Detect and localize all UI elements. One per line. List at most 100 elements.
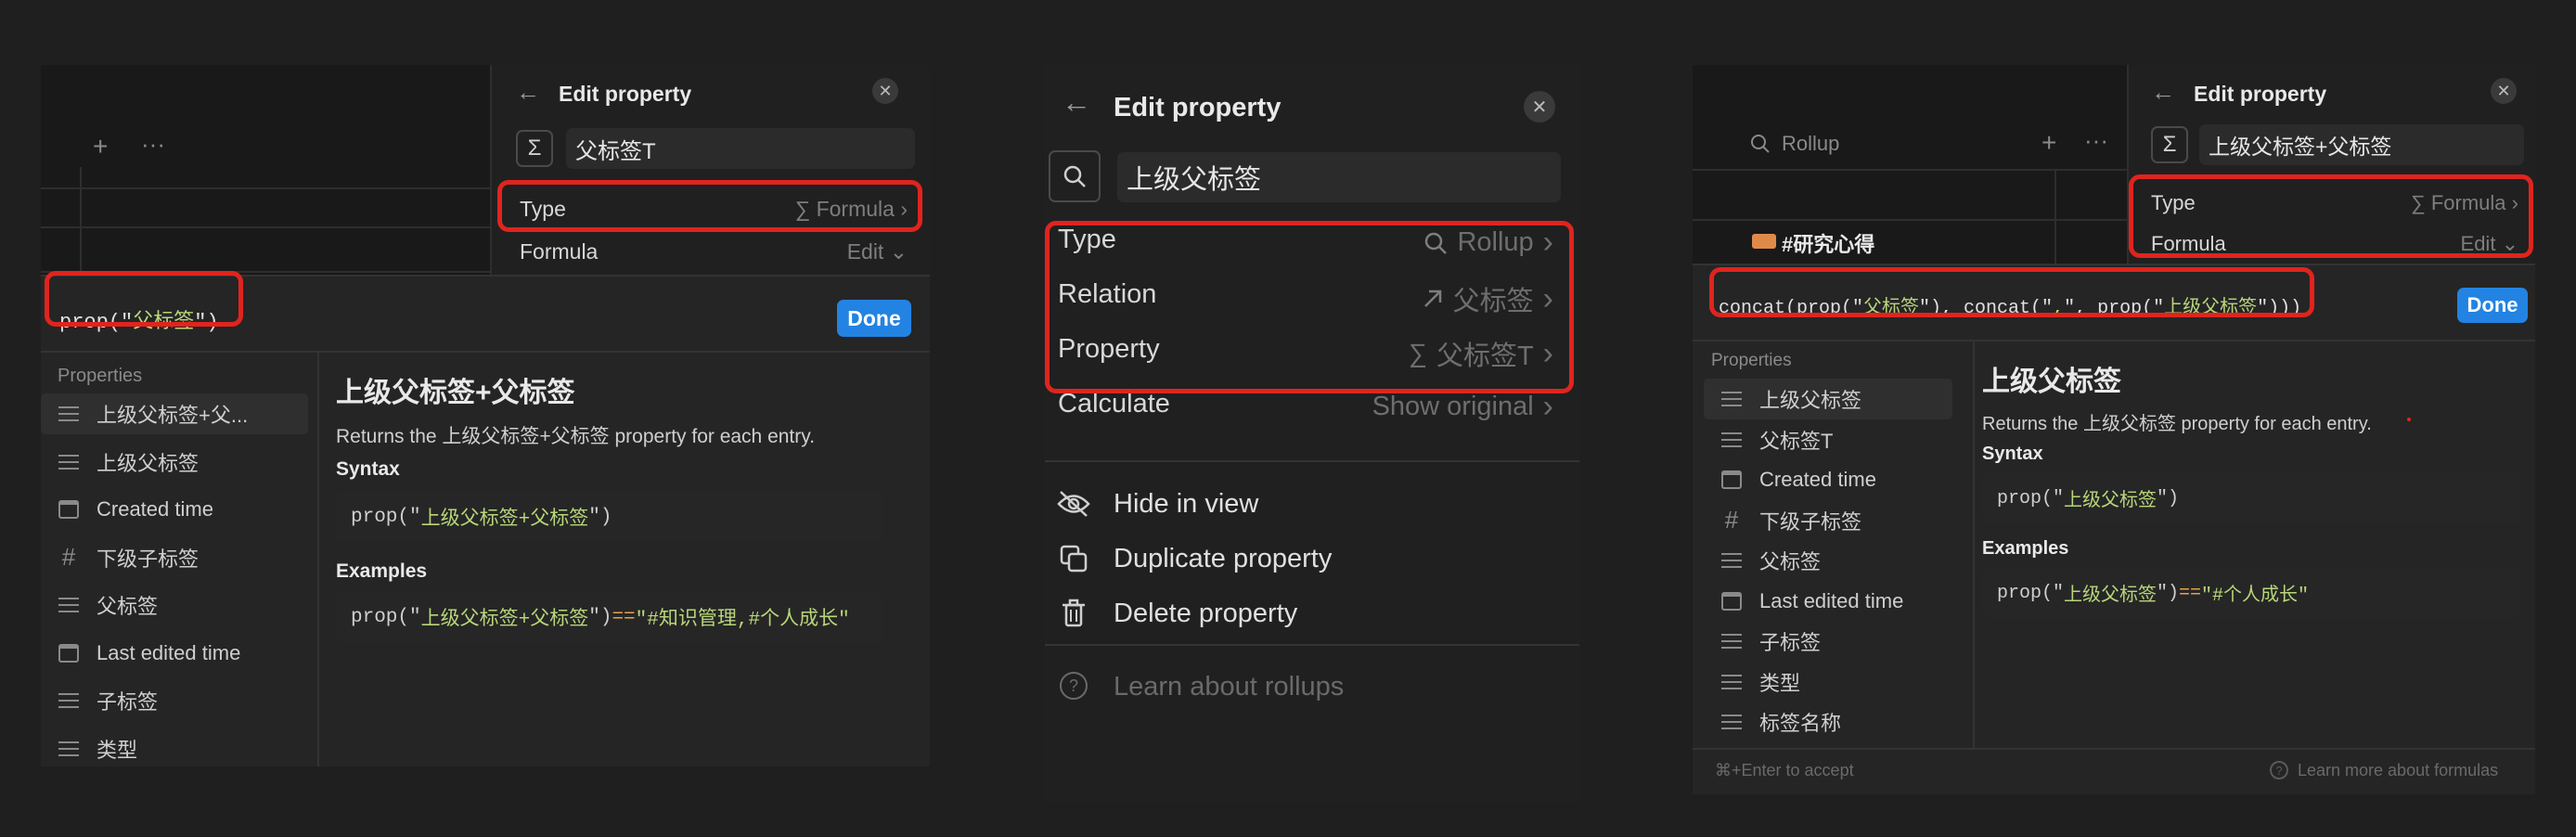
detail-title: 上级父标签	[1982, 367, 2121, 397]
lines-icon	[41, 740, 97, 756]
rollup-row-value[interactable]: ∑ 父标签T ›	[1409, 334, 1553, 373]
property-list-item[interactable]: 上级父标签+父...	[41, 393, 308, 434]
edit-property-panel: ← Edit property ✕ Σ 上级父标签+父标签 Type ∑ For…	[2127, 65, 2535, 265]
property-list-item[interactable]: 父标签	[41, 585, 308, 625]
sigma-icon[interactable]: Σ	[2151, 126, 2188, 163]
property-action-item[interactable]: Delete property	[1045, 590, 1579, 637]
edit-property-title: Edit property	[1114, 93, 1282, 122]
property-list-item[interactable]: 类型	[1704, 662, 1952, 702]
property-list-item-label: Last edited time	[1759, 588, 1904, 612]
property-list-item[interactable]: 子标签	[41, 680, 308, 721]
rollup-row-label[interactable]: Relation	[1058, 279, 1156, 310]
property-list-item[interactable]: 父标签	[1704, 540, 1952, 581]
close-icon[interactable]: ✕	[2491, 78, 2517, 104]
rollup-row-label[interactable]: Calculate	[1058, 389, 1170, 419]
back-arrow-icon[interactable]: ←	[2151, 78, 2175, 107]
property-list-item-label: Created time	[1759, 468, 1876, 491]
rollup-row-value[interactable]: Rollup ›	[1423, 225, 1553, 261]
trash-icon	[1045, 599, 1102, 628]
grid-line	[41, 226, 490, 228]
formula-label[interactable]: Formula	[2151, 232, 2226, 256]
property-list-item-label: 父标签T	[1759, 429, 1834, 453]
add-icon[interactable]: +	[2041, 128, 2056, 158]
property-list-item[interactable]: Created time	[1704, 459, 1952, 500]
property-name-input[interactable]: 上级父标签	[1117, 152, 1561, 202]
property-list-item[interactable]: 上级父标签	[41, 442, 308, 483]
grid-line	[1693, 219, 2127, 221]
property-action-label: Delete property	[1114, 598, 1298, 628]
more-icon[interactable]: ···	[2084, 126, 2108, 155]
property-action-item[interactable]: Duplicate property	[1045, 535, 1579, 582]
property-list-item[interactable]: 父标签T	[1704, 419, 1952, 460]
sigma-icon: ∑	[794, 197, 817, 221]
formula-code-input[interactable]: concat(prop("父标签"), concat(",", prop("上级…	[1719, 291, 2301, 319]
calendar-icon	[41, 643, 97, 663]
close-icon[interactable]: ✕	[872, 78, 898, 104]
search-text[interactable]: Rollup	[1782, 132, 1839, 156]
search-icon	[1423, 231, 1448, 255]
syntax-code: prop(" 上级父标签 ")	[1982, 473, 2520, 523]
property-list-item-label: 上级父标签+父...	[97, 404, 249, 427]
more-icon[interactable]: ···	[141, 130, 165, 159]
property-list-item[interactable]: # 下级子标签	[1704, 500, 1952, 541]
property-list-item[interactable]: Created time	[41, 489, 308, 530]
close-icon[interactable]: ✕	[1524, 91, 1555, 122]
properties-list: Properties 上级父标签 父标签T Created time # 下级子标签 父标…	[1704, 341, 1975, 748]
rollup-row-label[interactable]: Type	[1058, 225, 1116, 255]
type-label[interactable]: Type	[520, 197, 566, 222]
add-icon[interactable]: +	[93, 132, 108, 161]
formula-code-input[interactable]: prop("父标签")	[59, 304, 219, 334]
learn-about-rollups-link[interactable]: Learn about rollups	[1114, 672, 1344, 702]
property-list-item-label: 上级父标签	[1759, 389, 1862, 412]
sigma-icon[interactable]: Σ	[516, 130, 553, 167]
type-value[interactable]: ∑ Formula ›	[795, 197, 908, 222]
lines-icon	[1704, 634, 1759, 649]
rollup-row-label[interactable]: Property	[1058, 334, 1160, 365]
grid-line	[41, 187, 490, 189]
formula-editor: prop("父标签") Done Properties 上级父标签+父... 上级…	[41, 275, 930, 766]
property-list-item[interactable]: Last edited time	[41, 633, 308, 674]
rollup-row-value[interactable]: Show original ›	[1372, 389, 1553, 425]
accept-hint: ⌘+Enter to accept	[1715, 761, 1854, 779]
rollup-row-value-text: 父标签T	[1436, 341, 1534, 371]
property-list-item[interactable]: 子标签	[1704, 621, 1952, 662]
search-icon[interactable]	[1750, 134, 1771, 159]
help-icon: ?	[1060, 672, 1088, 700]
type-label[interactable]: Type	[2151, 191, 2196, 215]
property-list-item[interactable]: 类型	[41, 728, 308, 767]
lines-icon	[41, 598, 97, 612]
property-action-item[interactable]: Hide in view	[1045, 481, 1579, 527]
formula-label[interactable]: Formula	[520, 239, 598, 264]
done-button[interactable]: Done	[837, 300, 911, 337]
formula-value[interactable]: Edit ⌄	[847, 239, 908, 264]
property-list-item-label: Created time	[97, 497, 213, 521]
formula-value[interactable]: Edit ⌄	[2461, 232, 2518, 256]
syntax-code: prop(" 上级父标签+父标签 ")	[336, 492, 883, 542]
lines-icon	[41, 406, 97, 421]
done-button[interactable]: Done	[2457, 288, 2528, 323]
property-list-item-label: 父标签	[1759, 550, 1822, 573]
example-code: prop(" 上级父标签+父标签 ") == "#知识管理,#个人成长"	[336, 592, 883, 642]
panel-formula-edit-1: + ··· ← Edit property ✕ Σ 父标签T Type ∑ Fo…	[41, 65, 930, 766]
property-list-item-label: 父标签	[97, 595, 159, 618]
property-list-item[interactable]: 标签名称	[1704, 702, 1952, 742]
property-name-input[interactable]: 父标签T	[566, 128, 915, 169]
property-list-item[interactable]: # 下级子标签	[41, 537, 308, 578]
calendar-icon	[41, 500, 97, 519]
examples-label: Examples	[1982, 538, 2069, 559]
property-list-item[interactable]: 上级父标签	[1704, 379, 1952, 419]
chevron-right-icon: ›	[1542, 225, 1553, 260]
search-icon[interactable]	[1049, 150, 1101, 202]
property-list-item-label: Last edited time	[97, 640, 241, 664]
back-arrow-icon[interactable]: ←	[516, 78, 540, 107]
property-list-item[interactable]: Last edited time	[1704, 581, 1952, 622]
divider	[1045, 644, 1579, 646]
type-value[interactable]: ∑ Formula ›	[2411, 191, 2518, 215]
divider	[1693, 748, 2535, 750]
property-name-input[interactable]: 上级父标签+父标签	[2199, 124, 2524, 165]
lines-icon	[1704, 715, 1759, 729]
formula-editor: concat(prop("父标签"), concat(",", prop("上级…	[1693, 264, 2535, 794]
learn-more-formulas-link[interactable]: Learn more about formulas	[2298, 761, 2498, 780]
rollup-row-value[interactable]: 父标签 ›	[1422, 279, 1553, 318]
back-arrow-icon[interactable]: ←	[1062, 85, 1091, 120]
